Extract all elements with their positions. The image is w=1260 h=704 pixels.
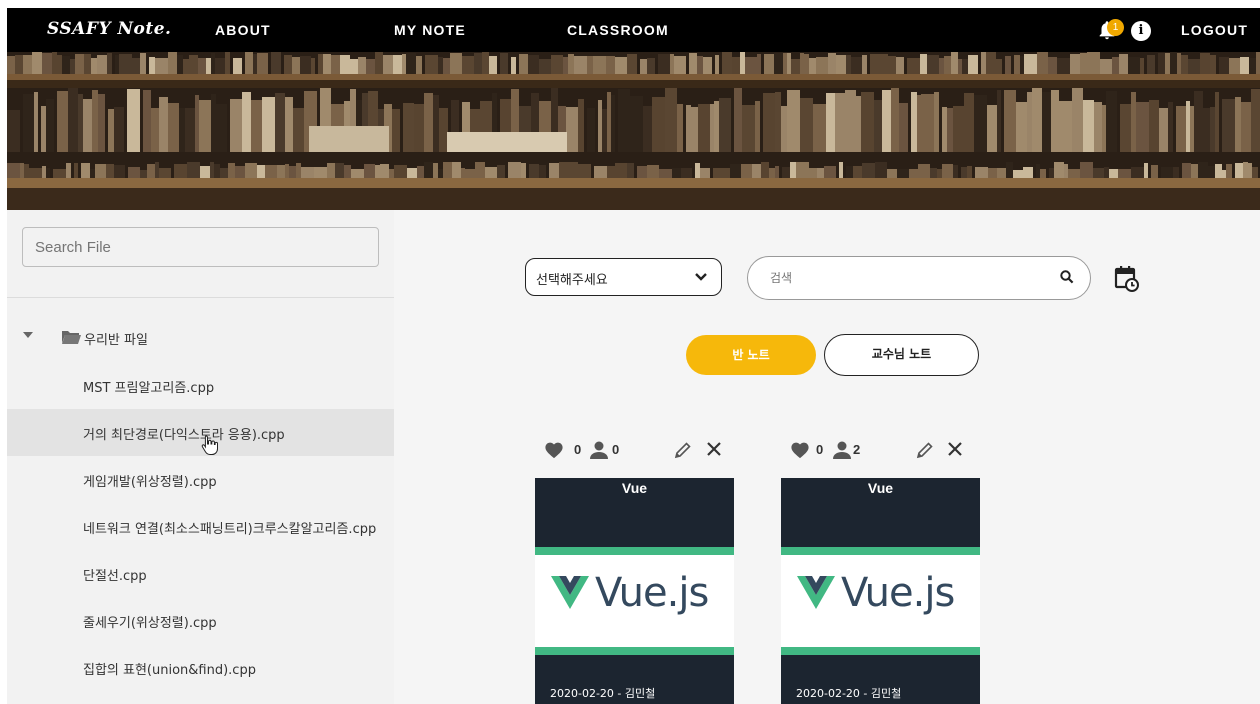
card-tag: Vue [621, 480, 648, 496]
like-count: 0 [574, 442, 582, 457]
search-file-input[interactable] [22, 227, 379, 267]
pencil-icon[interactable] [674, 441, 692, 459]
notification-badge: 1 [1107, 19, 1124, 36]
file-item-label: MST 프림알고리즘.cpp [83, 381, 215, 396]
bookshelf-banner [7, 52, 1260, 210]
note-card[interactable]: Vue Vue.js 2020-02-20 - 김민철 [781, 478, 980, 704]
file-item-label: 단절선.cpp [83, 569, 147, 584]
heart-icon[interactable] [790, 441, 810, 459]
like-count: 0 [816, 442, 824, 457]
chevron-down-icon [695, 273, 707, 281]
file-item-label: 거의 최단경로(다익스트라 응용).cpp [83, 428, 285, 443]
logout-link[interactable]: LOGOUT [1181, 22, 1248, 38]
person-icon [590, 441, 608, 459]
file-item-label: 줄세우기(위상정렬).cpp [83, 616, 217, 631]
select-value: 선택해주세요 [536, 273, 608, 288]
card-band [781, 497, 980, 547]
top-navbar: SSAFY Note. ABOUT MY NOTE CLASSROOM 1 i … [7, 8, 1260, 52]
file-item[interactable]: 단절선.cpp [7, 550, 394, 597]
pencil-icon[interactable] [916, 441, 934, 459]
card-actions: 0 2 [790, 439, 990, 465]
caret-down-icon[interactable] [23, 332, 33, 338]
info-icon[interactable]: i [1131, 21, 1151, 41]
card-band [535, 497, 734, 547]
nav-about[interactable]: ABOUT [215, 22, 271, 38]
note-card[interactable]: Vue Vue.js 2020-02-20 - 김민철 [535, 478, 734, 704]
vue-logo-icon [797, 576, 835, 609]
professor-note-tab[interactable]: 교수님 노트 [824, 334, 979, 376]
close-icon[interactable] [947, 441, 963, 457]
folder-label: 우리반 파일 [84, 333, 148, 348]
folder-open-icon [62, 331, 81, 344]
card-actions: 0 0 [544, 439, 744, 465]
file-item[interactable]: 네트워크 연결(최소스패닝트리)크루스칼알고리즘.cpp [7, 503, 394, 550]
file-item-label: 네트워크 연결(최소스패닝트리)크루스칼알고리즘.cpp [83, 522, 377, 537]
note-search-box [747, 256, 1091, 300]
heart-icon[interactable] [544, 441, 564, 459]
card-stripe [781, 547, 980, 555]
nav-my-note[interactable]: MY NOTE [394, 22, 466, 38]
close-icon[interactable] [706, 441, 722, 457]
file-item-label: 게임개발(위상정렬).cpp [83, 475, 217, 490]
card-stripe [535, 647, 734, 655]
file-item-label: 집합의 표현(union&find).cpp [83, 663, 256, 678]
brand-logo[interactable]: SSAFY Note. [47, 19, 171, 39]
tree-folder-root[interactable]: 우리반 파일 [7, 318, 394, 358]
file-sidebar: 우리반 파일 MST 프림알고리즘.cpp 거의 최단경로(다익스트라 응용).c… [7, 210, 394, 704]
card-stripe [781, 647, 980, 655]
card-stripe [535, 547, 734, 555]
person-icon [833, 441, 851, 459]
category-select[interactable]: 선택해주세요 [525, 258, 722, 296]
view-count: 0 [612, 442, 620, 457]
file-item[interactable]: 게임개발(위상정렬).cpp [7, 456, 394, 503]
file-item[interactable]: MST 프림알고리즘.cpp [7, 362, 394, 409]
main-content: 선택해주세요 반 노트 교수님 노트 0 0 [394, 210, 1260, 704]
file-item[interactable]: 집합의 표현(union&find).cpp [7, 644, 394, 691]
hand-cursor-icon [201, 435, 218, 455]
card-tag: Vue [867, 480, 894, 496]
card-logo-text: Vue.js [841, 570, 955, 616]
card-meta: 2020-02-20 - 김민철 [550, 687, 656, 700]
view-count: 2 [853, 442, 861, 457]
vue-logo-icon [551, 576, 589, 609]
search-icon[interactable] [1059, 269, 1075, 285]
calendar-clock-icon[interactable] [1114, 265, 1140, 293]
sidebar-divider [7, 297, 394, 298]
card-meta: 2020-02-20 - 김민철 [796, 687, 902, 700]
card-logo-text: Vue.js [595, 570, 709, 616]
class-note-tab[interactable]: 반 노트 [686, 335, 816, 375]
nav-classroom[interactable]: CLASSROOM [567, 22, 669, 38]
bookshelf-image [7, 52, 1260, 210]
note-search-input[interactable] [770, 267, 1050, 289]
file-item[interactable]: 줄세우기(위상정렬).cpp [7, 597, 394, 644]
